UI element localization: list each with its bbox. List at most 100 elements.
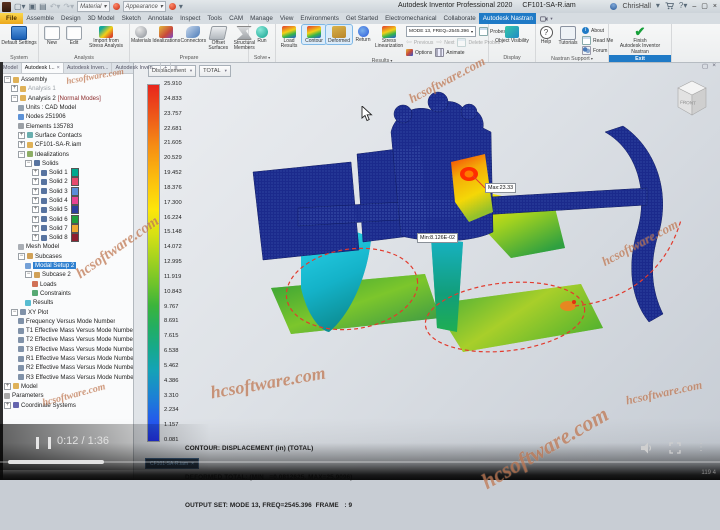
tree-item-xy-plot[interactable]: − XY Plot <box>1 307 133 316</box>
tree-item-solid-6[interactable]: + Solid 6 <box>1 214 133 224</box>
signed-in-user[interactable]: ChrisHall <box>622 3 650 10</box>
tree-item-results[interactable]: Results <box>1 298 133 307</box>
min-probe-label[interactable]: Min:8.126E-02 <box>417 233 459 243</box>
save-icon[interactable]: ▤ <box>39 2 47 12</box>
ribbon-tab-tools[interactable]: Tools <box>204 13 226 24</box>
import-stress-analysis-button[interactable]: Import from Stress Analysis <box>87 25 125 50</box>
ribbon-tab-electromechanical[interactable]: Electromechanical <box>382 13 440 24</box>
run-button[interactable]: Run <box>255 25 269 44</box>
browser-menu-icon[interactable]: ≡ <box>171 62 180 73</box>
object-visibility-button[interactable]: Object Visibility <box>491 25 533 44</box>
tree-item-coordinate-systems[interactable]: + Coordinate Systems <box>1 400 133 409</box>
doc-window-restore-icon[interactable]: ▢ <box>702 62 708 70</box>
tree-item-solid-2[interactable]: + Solid 2 <box>1 177 133 187</box>
tree-item-t2-effective-mass-versus-mode-number[interactable]: T2 Effective Mass Versus Mode Number <box>1 335 133 344</box>
return-button[interactable]: Return <box>352 25 374 43</box>
ribbon-tab-assemble[interactable]: Assemble <box>23 13 58 24</box>
default-settings-button[interactable]: Default Settings <box>0 25 37 46</box>
tree-item-elements-135783[interactable]: Elements 135783 <box>1 121 133 130</box>
doc-window-close-icon[interactable]: × <box>712 62 716 70</box>
tree-item-model[interactable]: + Model <box>1 382 133 391</box>
help-menu-icon[interactable]: ?▾ <box>679 1 687 11</box>
previous-result-button[interactable]: ⇦ Previous <box>406 38 433 47</box>
ribbon-tab-autodesk-nastran[interactable]: Autodesk Nastran <box>479 13 537 24</box>
pause-button[interactable] <box>36 437 51 449</box>
contour-toggle-button[interactable]: Contour <box>301 23 327 46</box>
appearance-dropdown[interactable]: Appearance ▾ <box>122 1 166 12</box>
tree-item-solid-7[interactable]: + Solid 7 <box>1 223 133 233</box>
volume-icon[interactable] <box>641 442 654 454</box>
idealizations-button[interactable]: Idealizations <box>152 25 180 44</box>
window-restore-button[interactable]: ▢ <box>701 2 708 10</box>
ribbon-tab-annotate[interactable]: Annotate <box>144 13 176 24</box>
store-cart-icon[interactable] <box>665 2 674 10</box>
inventor-app-icon[interactable] <box>2 1 11 12</box>
tree-item-nodes-251906[interactable]: Nodes 251906 <box>1 112 133 121</box>
deformed-toggle-button[interactable]: Deformed <box>325 23 353 46</box>
finish-nastran-button[interactable]: ✔ Finish Autodesk Inventor Nastran <box>610 25 670 55</box>
window-minimize-button[interactable]: – <box>692 3 696 10</box>
expand-icon[interactable]: + <box>32 187 39 195</box>
tree-item-t3-effective-mass-versus-mode-number[interactable]: T3 Effective Mass Versus Mode Number <box>1 345 133 354</box>
expand-icon[interactable]: + <box>32 206 39 214</box>
browser-tab-close-icon[interactable]: × <box>57 65 60 71</box>
tree-item-modal-setup-2[interactable]: Modal Setup 2 <box>1 261 133 270</box>
materials-button[interactable]: Materials <box>130 25 152 44</box>
tree-item-surface-contacts[interactable]: + Surface Contacts <box>1 131 133 140</box>
tree-item-r3-effective-mass-versus-mode-number[interactable]: R3 Effective Mass Versus Mode Number <box>1 373 133 382</box>
tree-item-solids[interactable]: − Solids <box>1 159 133 168</box>
ribbon-tab-design[interactable]: Design <box>58 13 85 24</box>
ribbon-tab-environments[interactable]: Environments <box>297 13 343 24</box>
tree-item-r2-effective-mass-versus-mode-number[interactable]: R2 Effective Mass Versus Mode Number <box>1 363 133 372</box>
window-close-button[interactable]: × <box>713 3 717 10</box>
tree-item-cf101-sa-r-iam[interactable]: + CF101-SA-R.iam <box>1 140 133 149</box>
result-set-dropdown[interactable]: MODE 13, FREQ=2545.396 ▾ <box>406 26 476 37</box>
expand-icon[interactable]: + <box>18 141 25 149</box>
tree-item-loads[interactable]: Loads <box>1 280 133 289</box>
tree-item-frequency-versus-mode-number[interactable]: Frequency Versus Mode Number <box>1 317 133 326</box>
tree-item-idealizations[interactable]: − Idealizations <box>1 149 133 158</box>
new-analysis-button[interactable]: New <box>43 25 61 46</box>
expand-icon[interactable]: + <box>4 382 11 390</box>
browser-tab-2[interactable]: Autodesk Inven... <box>64 62 113 73</box>
animate-button[interactable]: Animate <box>435 48 465 57</box>
collapse-icon[interactable]: − <box>18 150 25 158</box>
new-file-icon[interactable]: ▢▾ <box>14 2 26 12</box>
tree-item-analysis-1[interactable]: + Analysis 1 <box>1 84 133 93</box>
view-cube[interactable]: FRONT <box>670 76 714 122</box>
tree-item-r1-effective-mass-versus-mode-number[interactable]: R1 Effective Mass Versus Mode Number <box>1 354 133 363</box>
redo-icon[interactable]: ↷▾ <box>63 2 74 12</box>
tree-item-solid-8[interactable]: + Solid 8 <box>1 233 133 243</box>
browser-tab-add-button[interactable]: + <box>161 62 172 73</box>
tree-item-assembly[interactable]: − Assembly <box>1 75 133 84</box>
expand-icon[interactable]: + <box>32 215 39 223</box>
user-menu-chevron-icon[interactable]: ▾ <box>656 1 660 11</box>
ribbon-tab-get-started[interactable]: Get Started <box>342 13 381 24</box>
browser-tab-0[interactable]: Model <box>0 62 22 73</box>
next-result-button[interactable]: ⇨ Next <box>436 38 454 47</box>
fullscreen-icon[interactable] <box>669 442 681 454</box>
max-probe-label[interactable]: Max:23.33 <box>485 183 517 193</box>
expand-icon[interactable]: + <box>32 169 39 177</box>
expand-icon[interactable]: + <box>32 224 39 232</box>
ribbon-tab-view[interactable]: View <box>276 13 297 24</box>
expand-icon[interactable]: + <box>32 234 39 242</box>
seek-bar[interactable] <box>0 461 720 463</box>
tree-item-solid-1[interactable]: + Solid 1 <box>1 168 133 178</box>
ribbon-tab-manage[interactable]: Manage <box>247 13 277 24</box>
ribbon-tab-inspect[interactable]: Inspect <box>177 13 204 24</box>
tree-item-solid-4[interactable]: + Solid 4 <box>1 196 133 205</box>
tree-item-subcase-2[interactable]: − Subcase 2 <box>1 270 133 279</box>
offset-surfaces-button[interactable]: Offset Surfaces <box>206 25 230 52</box>
fea-model-3d-view[interactable] <box>133 62 720 480</box>
options-button[interactable]: Options <box>406 48 432 57</box>
load-results-button[interactable]: Load Results <box>276 25 302 50</box>
result-component-dropdown[interactable]: TOTAL ▾ <box>199 65 231 77</box>
ribbon-tab-3d-model[interactable]: 3D Model <box>84 13 118 24</box>
collapse-icon[interactable]: − <box>11 94 18 102</box>
screen-record-controls[interactable]: ▾ <box>536 13 556 24</box>
browser-tab-3[interactable]: Autodesk Inven... <box>112 62 162 73</box>
help-button[interactable]: ? Help <box>536 25 556 45</box>
tree-item-mesh-model[interactable]: Mesh Model <box>1 242 133 251</box>
tree-item-solid-5[interactable]: + Solid 5 <box>1 205 133 215</box>
